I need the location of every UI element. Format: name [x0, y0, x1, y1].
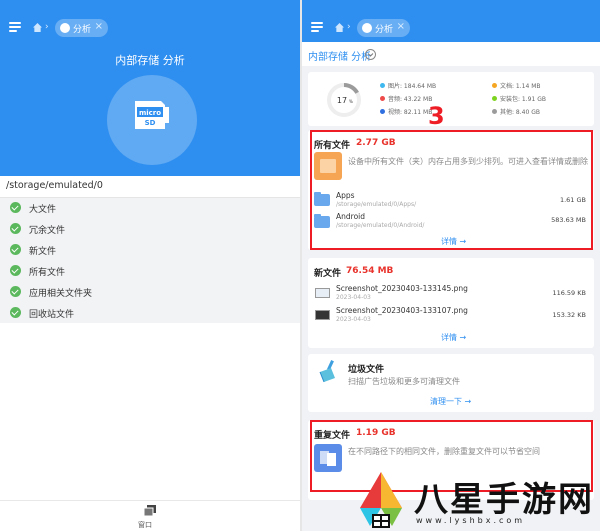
- check-icon: [10, 286, 21, 297]
- usage-donut-chart: 17 %: [327, 83, 361, 117]
- list-item-all-files[interactable]: 所有文件: [0, 261, 300, 282]
- storage-circle: micro SD: [107, 75, 197, 165]
- right-header: › 分析 ×: [302, 0, 600, 42]
- list-item-app-folders[interactable]: 应用相关文件夹: [0, 282, 300, 303]
- watermark: 八星手游网 www.lyshbx.com: [350, 468, 600, 531]
- usage-card: 17 % 图片: 184.64 MB 音频: 43.22 MB 视频: 82.1…: [308, 72, 594, 126]
- bottom-bar: 窗口: [0, 500, 300, 531]
- legend-item-video: 视频: 82.11 MB: [380, 107, 432, 116]
- usage-percent-unit: %: [349, 99, 353, 104]
- annotation-number: 3: [428, 102, 445, 130]
- pie-chart-icon: [60, 23, 70, 33]
- check-icon: [10, 202, 21, 213]
- tab-label: 分析: [73, 25, 92, 35]
- list-item-label: 应用相关文件夹: [29, 289, 93, 299]
- left-topbar: › 分析 ×: [0, 18, 300, 38]
- check-icon: [10, 223, 21, 234]
- check-icon: [10, 307, 21, 318]
- analysis-list: 大文件 冗余文件 新文件 所有文件 应用相关文件夹 回收站文件: [0, 198, 300, 323]
- image-thumbnail-icon: [315, 310, 330, 320]
- screenshot-root: › 分析 × 内部存储 分析 micro SD /storage/emulate…: [0, 0, 600, 531]
- list-item-label: 大文件: [29, 205, 57, 215]
- junk-title: 垃圾文件: [348, 365, 385, 375]
- left-panel: › 分析 × 内部存储 分析 micro SD /storage/emulate…: [0, 0, 300, 531]
- junk-card[interactable]: 垃圾文件 扫描广告垃圾和更多可清理文件 清理一下 →: [308, 354, 594, 412]
- list-item-new-files[interactable]: 新文件: [0, 240, 300, 261]
- watermark-url: www.lyshbx.com: [416, 516, 526, 525]
- pie-chart-icon: [362, 23, 372, 33]
- row-size: 153.32 KB: [552, 311, 586, 319]
- row-name[interactable]: Screenshot_20230403-133107.png: [336, 306, 468, 315]
- path-bar[interactable]: /storage/emulated/0: [0, 176, 300, 198]
- check-icon: [10, 265, 21, 276]
- menu-icon[interactable]: [9, 22, 21, 33]
- chevron-down-icon[interactable]: [365, 49, 376, 60]
- left-header: › 分析 × 内部存储 分析 micro SD: [0, 0, 300, 176]
- right-topbar: › 分析 ×: [302, 18, 600, 38]
- usage-percent: 17: [337, 96, 347, 105]
- check-icon: [10, 244, 21, 255]
- legend-item-apks: 安装包: 1.91 GB: [492, 94, 546, 103]
- watermark-logo: [360, 472, 402, 528]
- window-label[interactable]: 窗口: [138, 520, 152, 530]
- junk-desc: 扫描广告垃圾和更多可清理文件: [348, 377, 460, 386]
- menu-icon[interactable]: [311, 22, 323, 33]
- watermark-text: 八星手游网: [414, 480, 594, 520]
- row-size: 116.59 KB: [552, 289, 586, 297]
- annotation-highlight-box: [310, 130, 593, 250]
- image-thumbnail-icon: [315, 288, 330, 298]
- breadcrumb-chevron-icon: ›: [347, 22, 351, 32]
- list-item-label: 新文件: [29, 247, 57, 257]
- tab-label: 分析: [375, 25, 394, 35]
- list-item-label: 回收站文件: [29, 310, 75, 320]
- sd-card-icon: micro SD: [135, 101, 169, 129]
- legend-item-audio: 音频: 43.22 MB: [380, 94, 432, 103]
- new-files-title: 新文件: [314, 269, 342, 279]
- legend-item-other: 其他: 8.40 GB: [492, 107, 540, 116]
- storage-selector-label: 内部存储 分析: [308, 52, 372, 63]
- close-icon[interactable]: ×: [397, 21, 405, 32]
- home-icon[interactable]: [33, 23, 42, 32]
- row-date: 2023-04-03: [336, 316, 371, 323]
- home-icon[interactable]: [335, 23, 344, 32]
- row-name[interactable]: Screenshot_20230403-133145.png: [336, 284, 468, 293]
- new-files-card[interactable]: 新文件 76.54 MB Screenshot_20230403-133145.…: [308, 258, 594, 348]
- list-item-redundant-files[interactable]: 冗余文件: [0, 219, 300, 240]
- svg-text:SD: SD: [145, 119, 156, 127]
- windows-icon[interactable]: [144, 505, 156, 517]
- list-item-label: 冗余文件: [29, 226, 66, 236]
- tab-analysis[interactable]: 分析 ×: [357, 19, 410, 37]
- svg-text:micro: micro: [139, 109, 161, 117]
- broom-icon: [319, 360, 335, 383]
- row-date: 2023-04-03: [336, 294, 371, 301]
- legend-item-images: 图片: 184.64 MB: [380, 81, 436, 90]
- close-icon[interactable]: ×: [95, 21, 103, 32]
- clean-up-link[interactable]: 清理一下 →: [430, 396, 471, 407]
- breadcrumb-chevron-icon: ›: [45, 22, 49, 32]
- list-item-label: 所有文件: [29, 268, 66, 278]
- new-files-size: 76.54 MB: [346, 266, 394, 276]
- legend-item-docs: 文档: 1.14 MB: [492, 81, 541, 90]
- new-files-details-link[interactable]: 详情 →: [441, 332, 466, 343]
- list-item-recycle-bin[interactable]: 回收站文件: [0, 303, 300, 324]
- tab-analysis[interactable]: 分析 ×: [55, 19, 108, 37]
- right-panel: › 分析 × 内部存储 分析 17 % 图片: 184.64 MB 音频: 43…: [302, 0, 600, 531]
- current-path: /storage/emulated/0: [6, 180, 103, 191]
- storage-selector[interactable]: 内部存储 分析: [302, 42, 600, 66]
- list-item-large-files[interactable]: 大文件: [0, 198, 300, 219]
- page-title: 内部存储 分析: [115, 54, 185, 67]
